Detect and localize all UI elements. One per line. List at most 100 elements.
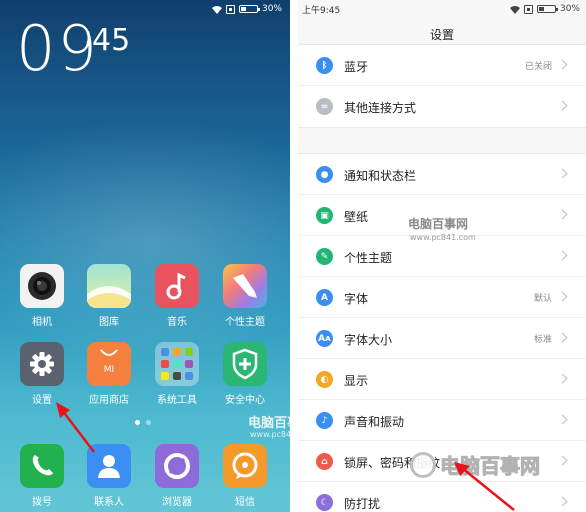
font-size-icon: Aᴀ bbox=[316, 330, 333, 347]
app-camera[interactable]: 相机 bbox=[12, 264, 72, 328]
app-label: 音乐 bbox=[167, 317, 187, 328]
app-label: 图库 bbox=[99, 317, 119, 328]
sound-icon: ♪ bbox=[316, 412, 333, 429]
battery-level-fill bbox=[240, 7, 246, 11]
status-time: 上午9:45 bbox=[302, 6, 341, 16]
clock-minute: 45 bbox=[92, 23, 131, 58]
chevron-right-icon bbox=[557, 373, 568, 384]
clock-widget[interactable]: 09 : 45 bbox=[16, 18, 130, 80]
battery-percent: 30% bbox=[559, 4, 580, 14]
app-music[interactable]: 音乐 bbox=[147, 264, 207, 328]
battery-icon bbox=[238, 5, 260, 13]
settings-item-font[interactable]: A 字体 默认 bbox=[298, 277, 586, 318]
font-icon: A bbox=[316, 289, 333, 306]
settings-item-label: 防打扰 bbox=[344, 497, 381, 511]
chevron-right-icon bbox=[557, 168, 568, 179]
settings-item-value: 已关闭 bbox=[524, 62, 552, 72]
app-label: 拨号 bbox=[32, 497, 52, 508]
camera-icon bbox=[20, 264, 64, 308]
folder-grid-icon bbox=[155, 342, 199, 386]
settings-item-sound[interactable]: ♪ 声音和振动 bbox=[298, 400, 586, 441]
message-icon bbox=[223, 444, 267, 488]
wifi-icon bbox=[211, 5, 222, 14]
app-label: 应用商店 bbox=[89, 395, 129, 406]
dock-messages[interactable]: 短信 bbox=[215, 444, 275, 508]
theme-icon: ✎ bbox=[316, 248, 333, 265]
page-dot[interactable] bbox=[135, 420, 140, 425]
settings-item-font-size[interactable]: Aᴀ 字体大小 标准 bbox=[298, 318, 586, 359]
page-title: 设置 bbox=[429, 28, 454, 42]
wifi-icon bbox=[509, 5, 520, 14]
settings-item-label: 个性主题 bbox=[344, 251, 393, 265]
watermark-url: www.pc841.com bbox=[410, 233, 476, 242]
app-label: 设置 bbox=[32, 395, 52, 406]
chevron-right-icon bbox=[557, 250, 568, 261]
music-icon bbox=[155, 264, 199, 308]
notification-toggle-icon: ● bbox=[316, 166, 333, 183]
app-themes[interactable]: 个性主题 bbox=[215, 264, 275, 328]
battery-icon bbox=[536, 5, 558, 13]
dock-contacts[interactable]: 联系人 bbox=[79, 444, 139, 508]
phone-icon bbox=[20, 444, 64, 488]
chevron-right-icon bbox=[557, 496, 568, 507]
home-status-bar: 30% bbox=[211, 3, 282, 15]
chevron-right-icon bbox=[557, 414, 568, 425]
moon-icon: ☾ bbox=[316, 494, 333, 511]
dock-browser[interactable]: 浏览器 bbox=[147, 444, 207, 508]
settings-item-label: 字体 bbox=[344, 292, 369, 306]
svg-text:MI: MI bbox=[104, 365, 114, 375]
chevron-right-icon bbox=[557, 209, 568, 220]
page-dot[interactable] bbox=[146, 420, 151, 425]
settings-item-label: 显示 bbox=[344, 374, 369, 388]
settings-item-other-connections[interactable]: ∞ 其他连接方式 bbox=[298, 86, 586, 127]
watermark-text: 电脑百事网 bbox=[248, 416, 290, 431]
watermark-logo: 电脑百事网 bbox=[410, 450, 541, 479]
link-icon: ∞ bbox=[316, 98, 333, 115]
settings-item-display[interactable]: ◐ 显示 bbox=[298, 359, 586, 400]
lock-icon: ⌂ bbox=[316, 453, 333, 470]
theme-brush-icon bbox=[223, 264, 267, 308]
settings-item-value: 标准 bbox=[533, 335, 552, 345]
watermark-logo-text: 电脑百事网 bbox=[440, 454, 541, 479]
watermark-logo-icon bbox=[410, 451, 436, 478]
app-system-tools[interactable]: 系统工具 bbox=[147, 342, 207, 406]
settings-item-label: 字体大小 bbox=[344, 333, 393, 347]
chevron-right-icon bbox=[557, 455, 568, 466]
settings-item-themes[interactable]: ✎ 个性主题 bbox=[298, 236, 586, 277]
watermark-url: www.pc841.com bbox=[250, 430, 290, 439]
page-indicator bbox=[135, 420, 151, 425]
app-settings[interactable]: 设置 bbox=[12, 342, 72, 406]
app-label: 浏览器 bbox=[162, 497, 192, 508]
settings-item-label: 声音和振动 bbox=[344, 415, 405, 429]
app-label: 安全中心 bbox=[225, 395, 265, 406]
battery-level-fill bbox=[538, 7, 544, 11]
settings-screen: 上午9:45 30% 设置 ᛒ 蓝牙 已关闭 ∞ 其他连接方式 ● 通知和状态栏… bbox=[298, 0, 586, 512]
app-gallery[interactable]: 图库 bbox=[79, 264, 139, 328]
bluetooth-icon: ᛒ bbox=[316, 57, 333, 74]
app-store[interactable]: MI 应用商店 bbox=[79, 342, 139, 406]
dock-dialer[interactable]: 拨号 bbox=[12, 444, 72, 508]
home-screen: 30% 09 : 45 相机 图库 音乐 个性主题 设置 MI 应用商店 系统工… bbox=[0, 0, 290, 512]
gallery-icon bbox=[87, 264, 131, 308]
contact-icon bbox=[87, 444, 131, 488]
settings-item-label: 蓝牙 bbox=[344, 60, 369, 74]
battery-percent: 30% bbox=[261, 4, 282, 14]
panel-divider bbox=[290, 0, 298, 512]
chevron-right-icon bbox=[557, 59, 568, 70]
status-icons: 30% bbox=[509, 3, 580, 15]
app-label: 短信 bbox=[235, 497, 255, 508]
settings-item-label: 其他连接方式 bbox=[344, 101, 417, 115]
display-icon: ◐ bbox=[316, 371, 333, 388]
app-security[interactable]: 安全中心 bbox=[215, 342, 275, 406]
clock-colon: : bbox=[84, 22, 93, 50]
app-label: 系统工具 bbox=[157, 395, 197, 406]
settings-item-bluetooth[interactable]: ᛒ 蓝牙 已关闭 bbox=[298, 45, 586, 86]
settings-item-value: 默认 bbox=[533, 294, 552, 304]
settings-item-do-not-disturb[interactable]: ☾ 防打扰 bbox=[298, 482, 586, 512]
settings-item-notifications[interactable]: ● 通知和状态栏 bbox=[298, 154, 586, 195]
sim-icon bbox=[523, 4, 533, 14]
watermark-text: 电脑百事网 bbox=[408, 217, 469, 231]
store-bag-icon: MI bbox=[87, 342, 131, 386]
settings-group-connectivity: ᛒ 蓝牙 已关闭 ∞ 其他连接方式 bbox=[298, 44, 586, 128]
chevron-right-icon bbox=[557, 291, 568, 302]
